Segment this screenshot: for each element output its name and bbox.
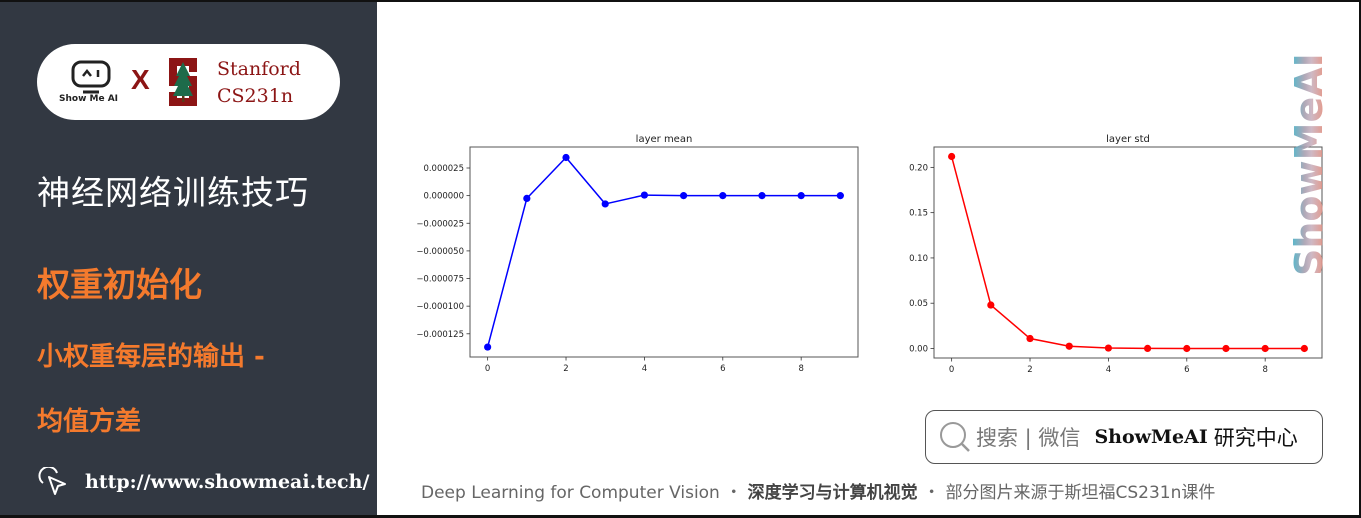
slide-frame	[0, 0, 1361, 518]
